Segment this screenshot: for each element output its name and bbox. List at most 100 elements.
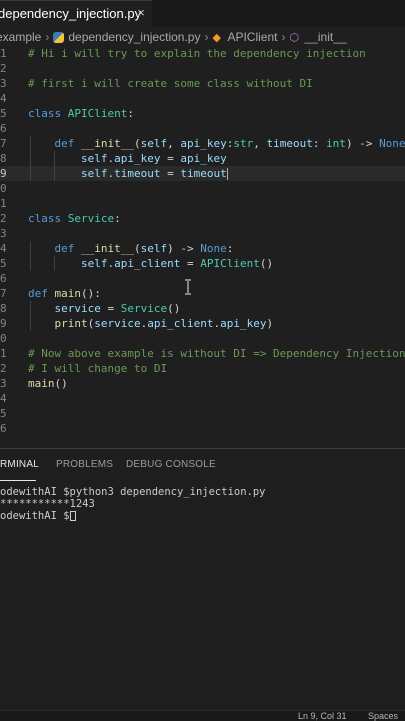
tab-debug-console[interactable]: DEBUG CONSOLE [126, 459, 216, 470]
code-token: ) -> [167, 242, 201, 255]
code-token: ) -> [345, 137, 380, 150]
code-token: = [160, 152, 181, 165]
tab-problems[interactable]: PROBLEMS [56, 459, 113, 470]
code-token: None [200, 242, 227, 255]
code-line: self.timeout = timeout [28, 166, 228, 181]
breadcrumb-class[interactable]: APIClient [227, 30, 277, 44]
code-token: api_key [220, 317, 267, 330]
method-symbol-icon: ⬡ [289, 31, 300, 44]
close-icon[interactable]: × [134, 5, 148, 21]
line-number: 8 [0, 302, 7, 315]
line-number: 1 [0, 197, 7, 210]
code-token: main [54, 287, 82, 300]
code-token: # Now above example is without DI => Dep… [28, 347, 405, 360]
code-token: : [127, 107, 134, 120]
line-number: 3 [0, 227, 7, 240]
code-line: # I will change to DI [28, 361, 167, 376]
code-token: ) [266, 317, 274, 330]
code-line: # Hi i will try to explain the dependenc… [28, 46, 366, 61]
code-token: () [54, 377, 68, 390]
text-cursor-icon [185, 279, 191, 295]
code-token: self [28, 257, 108, 270]
line-number: 6 [0, 122, 7, 135]
code-token: : [226, 242, 234, 255]
code-token: , [167, 137, 181, 150]
code-token: class [28, 107, 68, 120]
tab-terminal[interactable]: RMINAL [0, 459, 39, 470]
line-number: 9 [0, 167, 7, 180]
code-token: (): [81, 287, 101, 300]
breadcrumb-file[interactable]: dependency_injection.py [68, 30, 200, 44]
code-token: # I will change to DI [28, 362, 168, 375]
line-number: 4 [0, 392, 7, 405]
code-line: def __init__(self) -> None: [28, 241, 233, 256]
code-token: APIClient [67, 107, 128, 120]
breadcrumb: example › dependency_injection.py › ◆ AP… [0, 28, 405, 46]
code-token: : [114, 212, 121, 225]
bottom-panel: RMINAL PROBLEMS DEBUG CONSOLE odewithAI … [0, 448, 405, 711]
code-token: def [28, 242, 81, 255]
code-token: api_client [147, 317, 214, 330]
code-token: def [28, 137, 81, 150]
code-line: self.api_key = api_key [28, 151, 227, 166]
code-token: = [160, 167, 181, 180]
code-line: class Service: [28, 211, 121, 226]
code-token: ( [133, 242, 141, 255]
line-number: 6 [0, 422, 7, 435]
code-token: = [180, 257, 201, 270]
line-number: 7 [0, 287, 7, 300]
active-tab-indicator [0, 480, 36, 481]
code-line: print(service.api_client.api_key) [28, 316, 273, 331]
code-token: ( [133, 137, 141, 150]
code-token: str [233, 137, 254, 150]
code-token: , [253, 137, 267, 150]
line-number: 4 [0, 92, 7, 105]
code-token: api_key [180, 137, 227, 150]
code-token: Service [120, 302, 168, 315]
code-line: class APIClient: [28, 106, 134, 121]
line-number: 1 [0, 47, 7, 60]
code-token: : [312, 137, 327, 150]
code-line: # first i will create some class without… [28, 76, 313, 91]
line-number: 3 [0, 77, 7, 90]
breadcrumb-separator: › [281, 30, 286, 44]
breadcrumb-method[interactable]: __init__ [305, 30, 347, 44]
code-token: timeout [114, 167, 161, 180]
code-token: # Hi i will try to explain the dependenc… [28, 47, 366, 60]
code-token: self [140, 137, 168, 150]
code-token: api_key [180, 152, 227, 165]
line-number: 6 [0, 272, 7, 285]
code-token: __init__ [80, 137, 134, 150]
line-number: 1 [0, 347, 7, 360]
text-caret [226, 168, 228, 180]
code-token: class [28, 212, 68, 225]
code-line: self.api_client = APIClient() [28, 256, 273, 271]
line-number: 2 [0, 62, 7, 75]
terminal-prompt: odewithAI $ [0, 510, 70, 522]
breadcrumb-folder[interactable]: example [0, 30, 41, 44]
code-token: service [94, 317, 141, 330]
breadcrumb-separator: › [45, 30, 50, 44]
code-line: def main(): [28, 286, 101, 301]
line-number: 0 [0, 182, 7, 195]
tab-label: dependency_injection.py [0, 6, 142, 21]
code-token: () [259, 257, 274, 270]
code-token: api_key [114, 152, 161, 165]
tab-bar: dependency_injection.py × [0, 0, 405, 26]
breadcrumb-separator: › [204, 30, 209, 44]
code-token: () [167, 302, 181, 315]
code-line: service = Service() [28, 301, 180, 316]
line-number: 8 [0, 152, 7, 165]
code-token: APIClient [200, 257, 260, 270]
line-number: 3 [0, 377, 7, 390]
code-editor[interactable]: 1 2 3 4 5 6 7 8 9 0 1 2 3 4 5 6 7 8 9 0 1 2 3 4 5 6 # Hi i will t… [0, 46, 405, 446]
line-number: 2 [0, 212, 7, 225]
line-number: 0 [0, 332, 7, 345]
code-token: timeout [266, 137, 313, 150]
code-token: print [28, 317, 88, 330]
terminal-line: odewithAI $python3 dependency_injection.… [0, 486, 266, 498]
code-token: self [140, 242, 168, 255]
code-token: api_client [114, 257, 181, 270]
code-token: self [28, 152, 108, 165]
editor-tab[interactable]: dependency_injection.py × [0, 0, 152, 26]
